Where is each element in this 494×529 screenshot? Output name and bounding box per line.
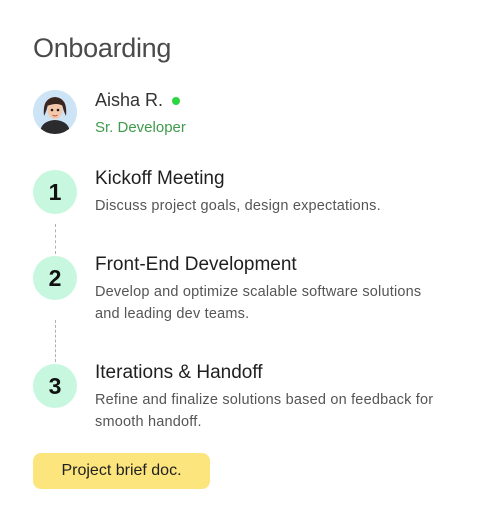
- step-title: Iterations & Handoff: [95, 362, 263, 383]
- step-description: Refine and finalize solutions based on f…: [95, 392, 434, 430]
- page-title: Onboarding: [33, 33, 172, 63]
- online-status-dot: [172, 97, 180, 105]
- step-number-badge: 3: [33, 364, 77, 408]
- step-number-badge: 2: [33, 256, 77, 300]
- step-connector: [55, 224, 56, 254]
- project-brief-button[interactable]: Project brief doc.: [33, 453, 210, 489]
- user-role: Sr. Developer: [95, 119, 186, 136]
- avatar: [33, 90, 77, 134]
- step-connector: [55, 320, 56, 362]
- step-description: Develop and optimize scalable software s…: [95, 284, 422, 322]
- user-profile: Aisha R. Sr. Developer: [33, 88, 473, 140]
- step-title: Front-End Development: [95, 254, 297, 275]
- step-title: Kickoff Meeting: [95, 168, 225, 189]
- step-number-badge: 1: [33, 170, 77, 214]
- user-name: Aisha R.: [95, 90, 164, 110]
- step-description: Discuss project goals, design expectatio…: [95, 198, 381, 214]
